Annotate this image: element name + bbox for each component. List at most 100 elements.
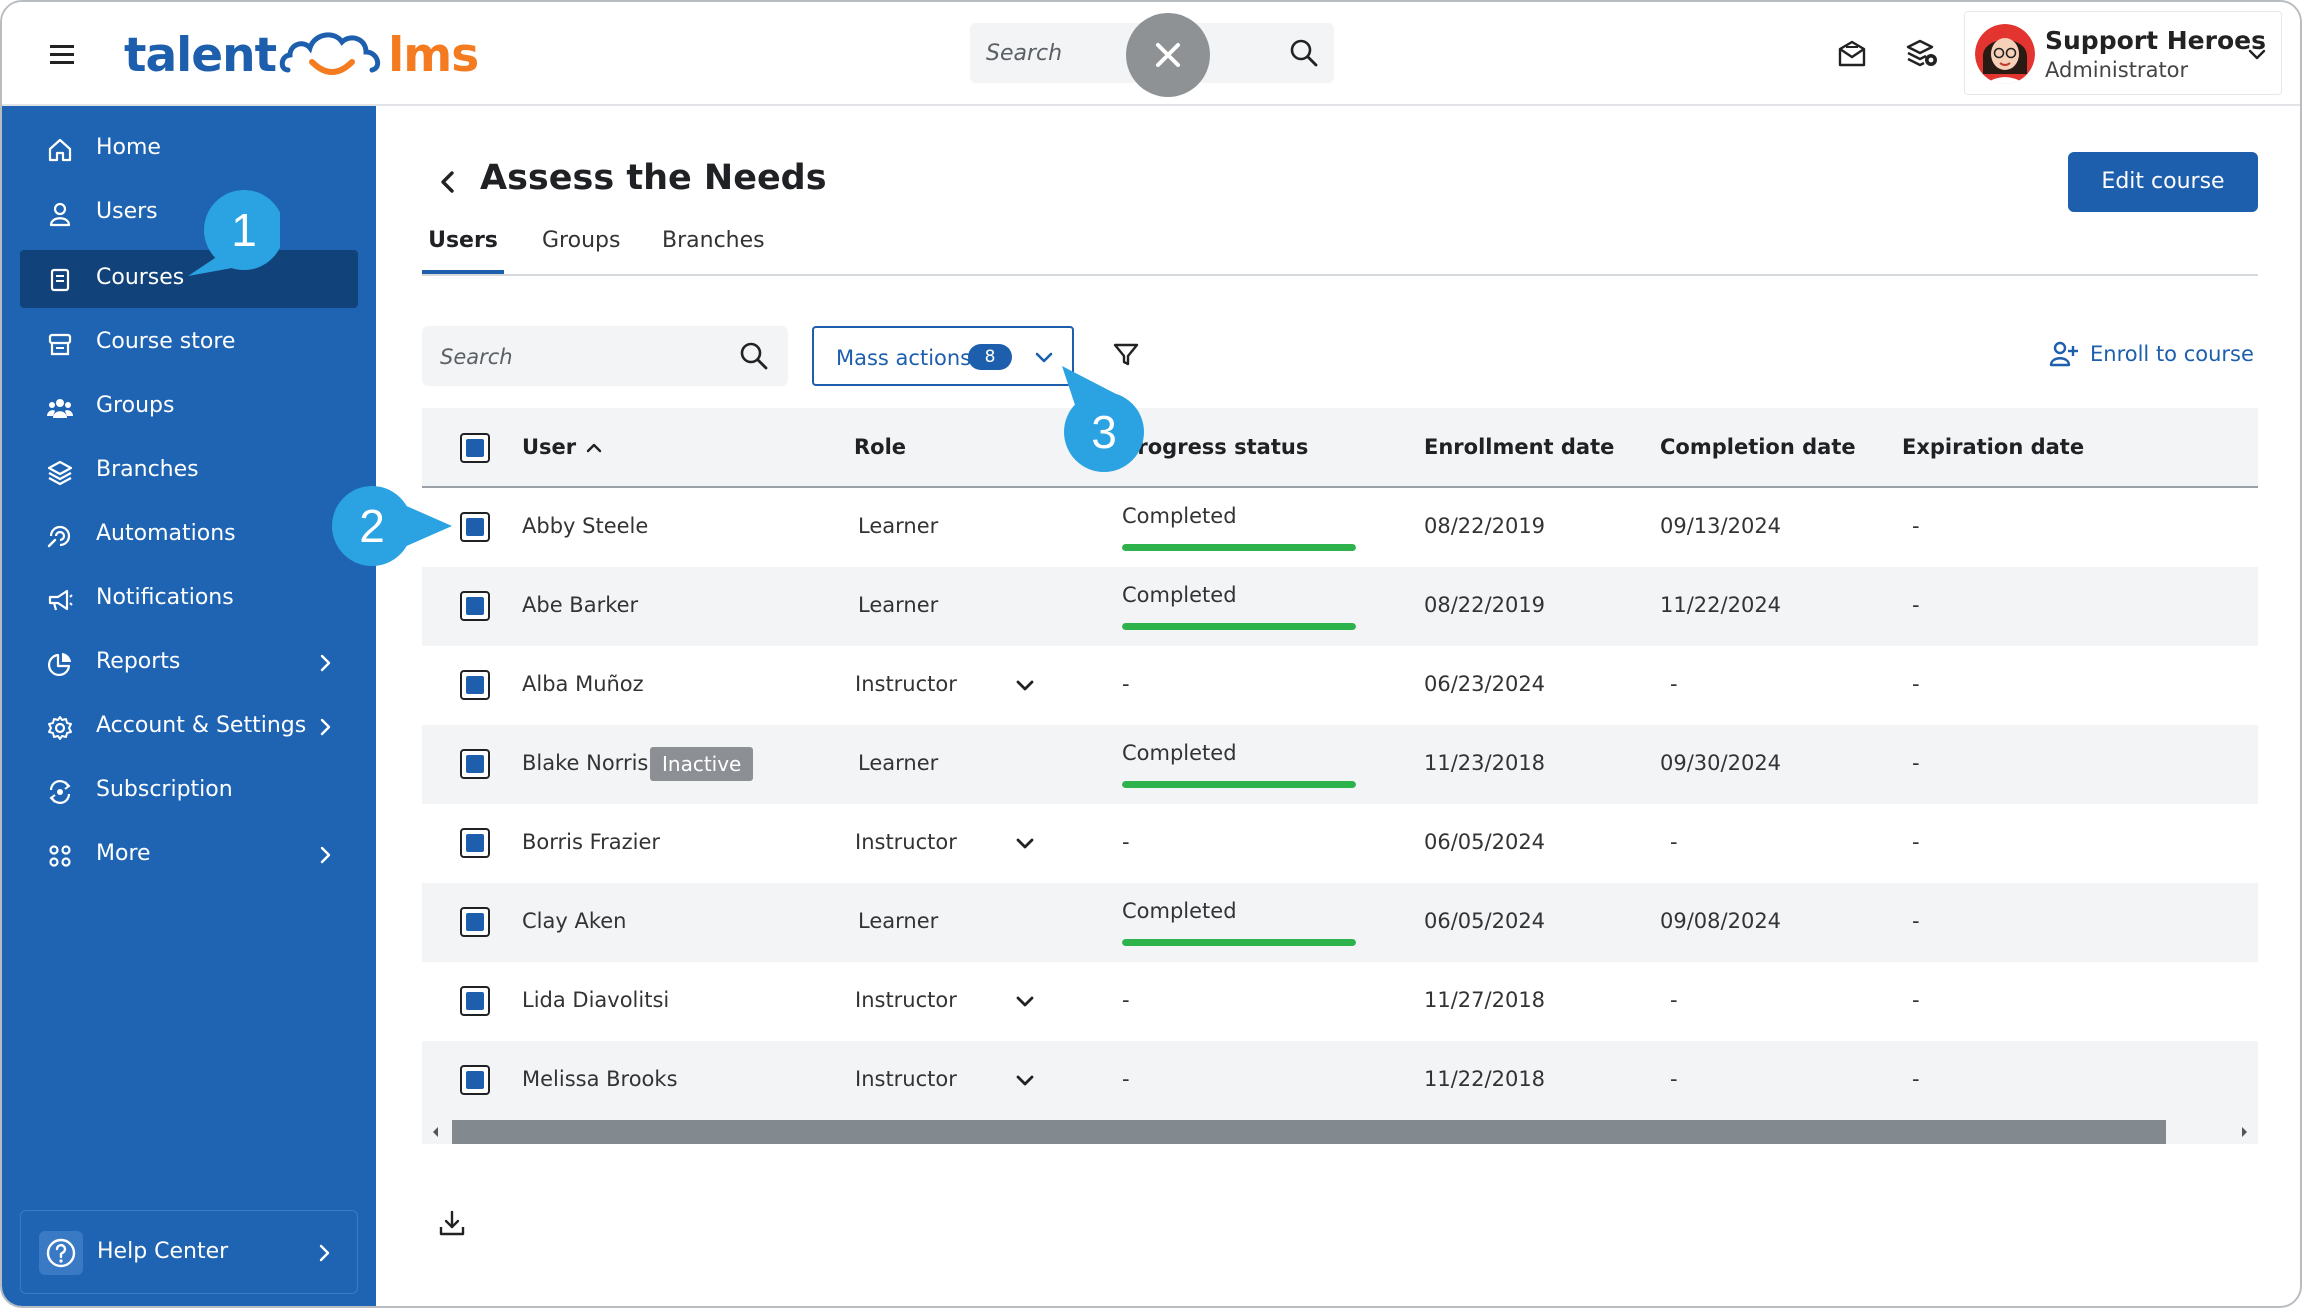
row-checkbox[interactable] bbox=[460, 749, 490, 779]
column-header-expiration[interactable]: Expiration date bbox=[1902, 435, 2084, 459]
select-all-checkbox[interactable] bbox=[460, 433, 490, 463]
horizontal-scrollbar[interactable] bbox=[422, 1120, 2258, 1144]
user-icon bbox=[49, 202, 71, 227]
cell-progress: Completed bbox=[1122, 899, 1237, 923]
cell-user[interactable]: Blake Norris bbox=[522, 751, 648, 775]
table-row[interactable]: Abby Steele Learner Completed 08/22/2019… bbox=[422, 488, 2258, 567]
enroll-to-course-link[interactable]: Enroll to course bbox=[2048, 338, 2254, 370]
sidebar-item-home[interactable]: Home bbox=[20, 120, 358, 178]
table-row[interactable]: Lida Diavolitsi Instructor - 11/27/2018 … bbox=[422, 962, 2258, 1041]
pie-chart-icon bbox=[47, 653, 71, 677]
row-checkbox[interactable] bbox=[460, 670, 490, 700]
cell-role: Learner bbox=[858, 593, 939, 617]
book-icon bbox=[50, 268, 70, 292]
scroll-right-arrow-icon[interactable] bbox=[2238, 1126, 2250, 1138]
cell-expiration: - bbox=[1912, 672, 1920, 696]
add-user-icon bbox=[2049, 341, 2078, 367]
cell-completion: 09/30/2024 bbox=[1660, 751, 1782, 775]
chevron-down-icon bbox=[1035, 352, 1053, 363]
messages-icon[interactable] bbox=[1834, 35, 1870, 71]
cell-user[interactable]: Borris Frazier bbox=[522, 830, 660, 854]
role-dropdown-chevron-icon[interactable] bbox=[1012, 830, 1038, 856]
grid-icon bbox=[49, 845, 71, 867]
search-icon[interactable] bbox=[1288, 37, 1320, 69]
selected-count-badge: 8 bbox=[968, 344, 1012, 370]
sidebar-item-automations[interactable]: Automations bbox=[20, 506, 358, 564]
sidebar: Home Users Courses Course store Groups B… bbox=[2, 106, 376, 1306]
sidebar-item-reports[interactable]: Reports bbox=[20, 634, 358, 692]
scrollbar-thumb[interactable] bbox=[452, 1120, 2166, 1144]
chevron-down-icon bbox=[2248, 49, 2266, 60]
sidebar-item-label: Subscription bbox=[96, 777, 233, 802]
sidebar-item-course-store[interactable]: Course store bbox=[20, 314, 358, 372]
cell-role: Learner bbox=[858, 909, 939, 933]
table-row[interactable]: Blake Norris Inactive Learner Completed … bbox=[422, 725, 2258, 804]
cell-user[interactable]: Abe Barker bbox=[522, 593, 638, 617]
row-checkbox[interactable] bbox=[460, 907, 490, 937]
sidebar-item-notifications[interactable]: Notifications bbox=[20, 570, 358, 628]
close-overlay-button[interactable] bbox=[1126, 13, 1210, 97]
cell-user[interactable]: Clay Aken bbox=[522, 909, 626, 933]
cell-role: Learner bbox=[858, 751, 939, 775]
scroll-left-arrow-icon[interactable] bbox=[430, 1126, 442, 1138]
column-header-role[interactable]: Role bbox=[854, 435, 906, 459]
sidebar-item-account-settings[interactable]: Account & Settings bbox=[20, 698, 358, 756]
callout-number: 2 bbox=[359, 500, 385, 552]
cell-completion: 09/08/2024 bbox=[1660, 909, 1782, 933]
talentlms-logo[interactable]: talent lms bbox=[124, 20, 479, 90]
cell-progress: - bbox=[1122, 830, 1130, 854]
row-checkbox[interactable] bbox=[460, 1065, 490, 1095]
inactive-badge: Inactive bbox=[650, 747, 754, 781]
cell-progress: - bbox=[1122, 1067, 1130, 1091]
cloud-smile-icon bbox=[279, 32, 381, 75]
cell-user[interactable]: Abby Steele bbox=[522, 514, 648, 538]
role-dropdown-chevron-icon[interactable] bbox=[1012, 1067, 1038, 1093]
table-search-input[interactable]: Search bbox=[422, 326, 788, 386]
tab-branches[interactable]: Branches bbox=[662, 228, 765, 274]
hamburger-menu-icon[interactable] bbox=[46, 38, 78, 70]
automation-icon bbox=[47, 525, 71, 548]
table-row[interactable]: Borris Frazier Instructor - 06/05/2024 -… bbox=[422, 804, 2258, 883]
help-center-button[interactable]: Help Center bbox=[20, 1210, 358, 1294]
cell-user[interactable]: Alba Muñoz bbox=[522, 672, 644, 696]
layers-settings-icon[interactable] bbox=[1904, 35, 1940, 71]
chevron-right-icon bbox=[320, 846, 331, 864]
table-row[interactable]: Melissa Brooks Instructor - 11/22/2018 -… bbox=[422, 1041, 2258, 1120]
row-checkbox[interactable] bbox=[460, 591, 490, 621]
sidebar-item-label: Courses bbox=[96, 265, 185, 290]
cell-expiration: - bbox=[1912, 909, 1920, 933]
sidebar-item-groups[interactable]: Groups bbox=[20, 378, 358, 436]
tab-users[interactable]: Users bbox=[422, 228, 504, 274]
search-icon[interactable] bbox=[738, 340, 770, 372]
sidebar-item-subscription[interactable]: Subscription bbox=[20, 762, 358, 820]
table-row[interactable]: Clay Aken Learner Completed 06/05/2024 0… bbox=[422, 883, 2258, 962]
role-dropdown-chevron-icon[interactable] bbox=[1012, 672, 1038, 698]
row-checkbox[interactable] bbox=[460, 986, 490, 1016]
edit-course-button[interactable]: Edit course bbox=[2068, 152, 2258, 212]
sidebar-item-branches[interactable]: Branches bbox=[20, 442, 358, 500]
sidebar-item-label: Branches bbox=[96, 457, 199, 482]
back-arrow-icon[interactable] bbox=[434, 166, 462, 198]
store-icon bbox=[48, 333, 72, 356]
tab-groups[interactable]: Groups bbox=[542, 228, 620, 274]
role-dropdown-chevron-icon[interactable] bbox=[1012, 988, 1038, 1014]
column-header-user[interactable]: User bbox=[522, 435, 576, 459]
help-center-label: Help Center bbox=[97, 1239, 229, 1264]
row-checkbox[interactable] bbox=[460, 828, 490, 858]
callout-marker-3: 3 bbox=[1058, 366, 1150, 478]
sidebar-item-more[interactable]: More bbox=[20, 826, 358, 884]
table-row[interactable]: Alba Muñoz Instructor - 06/23/2024 - - bbox=[422, 646, 2258, 725]
cell-role: Learner bbox=[858, 514, 939, 538]
cell-progress: - bbox=[1122, 988, 1130, 1012]
cell-completion: 11/22/2024 bbox=[1660, 593, 1782, 617]
column-header-completion[interactable]: Completion date bbox=[1660, 435, 1856, 459]
sort-ascending-icon[interactable] bbox=[584, 438, 604, 458]
table-row[interactable]: Abe Barker Learner Completed 08/22/2019 … bbox=[422, 567, 2258, 646]
app-window: talent lms Search Support Heroes Adminis… bbox=[0, 0, 2302, 1308]
download-icon[interactable] bbox=[436, 1208, 468, 1240]
column-header-enrollment[interactable]: Enrollment date bbox=[1424, 435, 1614, 459]
cell-user[interactable]: Lida Diavolitsi bbox=[522, 988, 669, 1012]
cell-user[interactable]: Melissa Brooks bbox=[522, 1067, 678, 1091]
user-profile-menu[interactable]: Support Heroes Administrator bbox=[1964, 11, 2282, 95]
mass-actions-dropdown[interactable]: Mass actions 8 bbox=[812, 326, 1074, 386]
